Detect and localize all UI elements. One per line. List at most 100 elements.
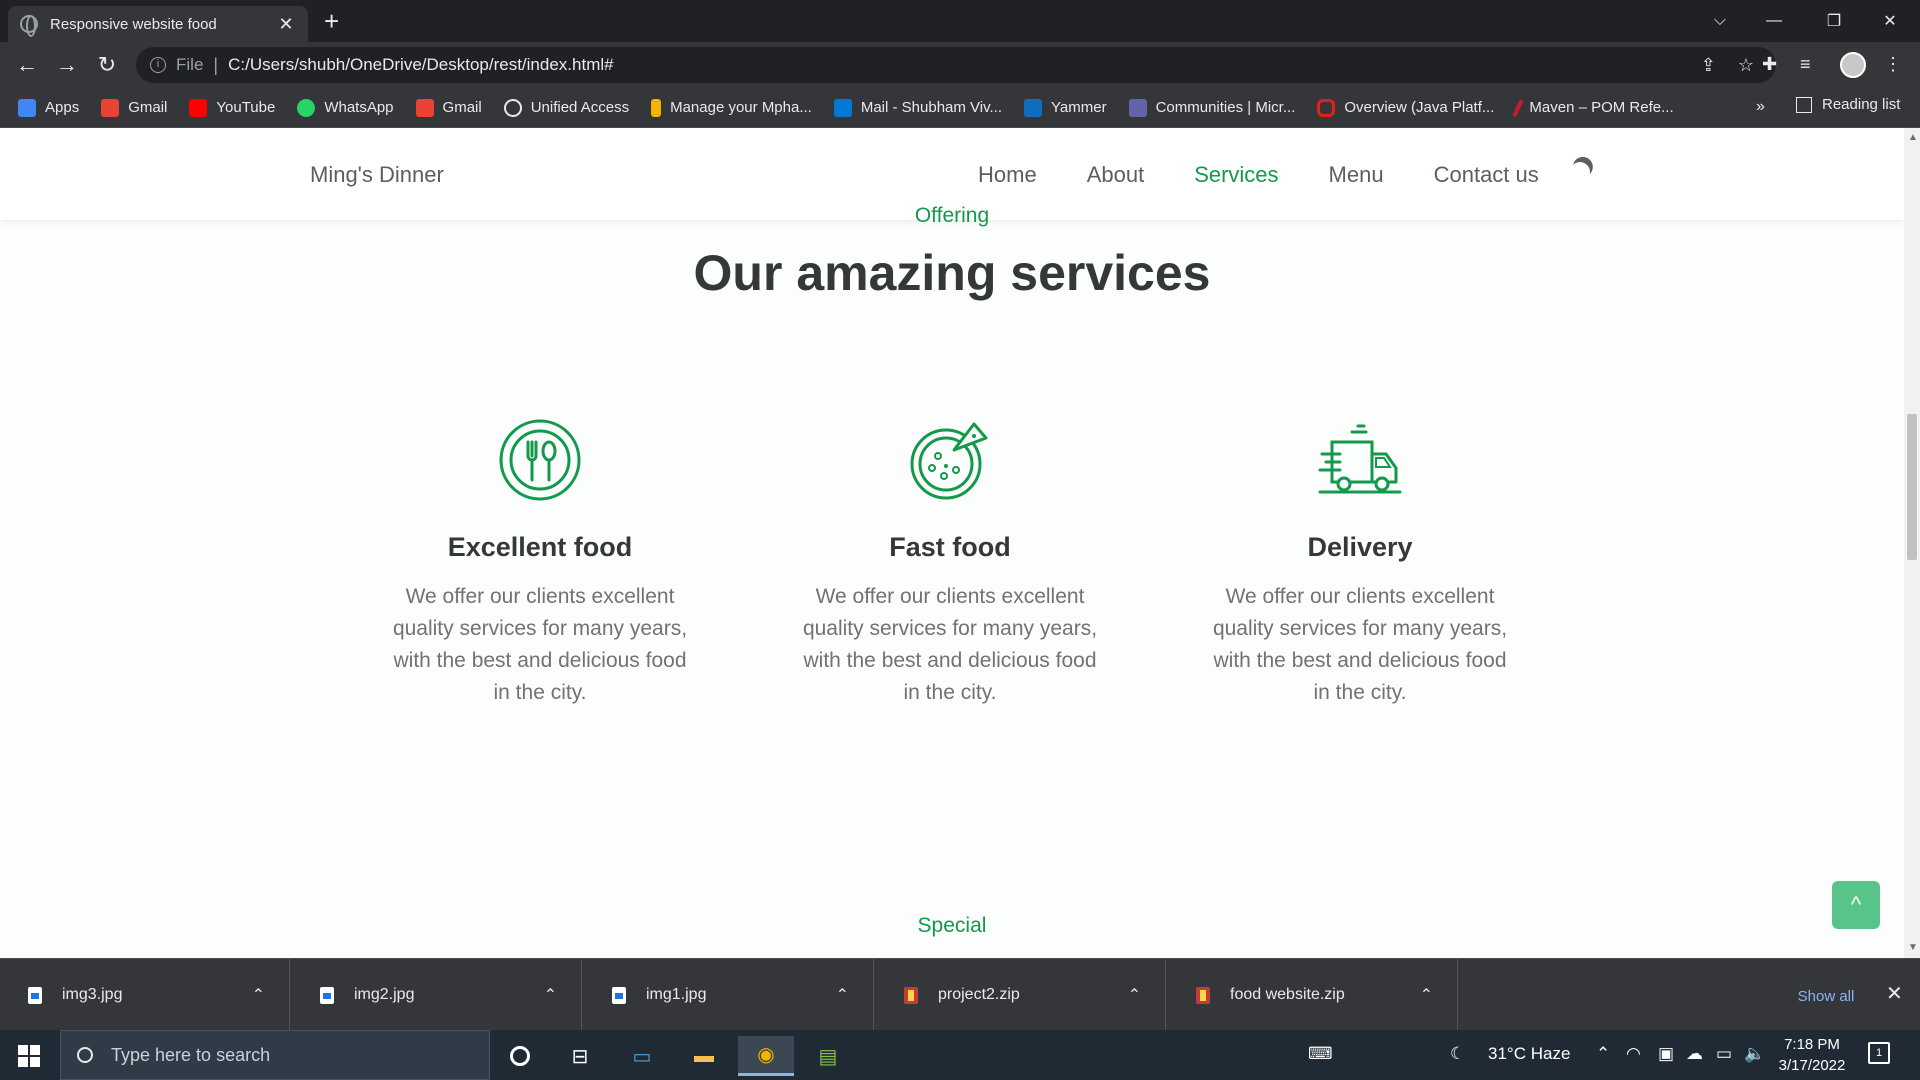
restore-button[interactable]: ❐ [1806,0,1862,42]
weather-moon-icon[interactable]: ☾ [1450,1044,1465,1064]
bookmark-java-overview[interactable]: Overview (Java Platf... [1317,98,1494,117]
teams-icon [1128,98,1147,117]
site-logo[interactable]: Ming's Dinner [310,162,444,188]
reading-list-button[interactable]: Reading list [1796,96,1900,113]
scroll-down-arrow-icon[interactable]: ▼ [1908,942,1918,953]
weather-text[interactable]: 31°C Haze [1488,1044,1570,1064]
cortana-icon [510,1046,530,1066]
volume-icon[interactable]: 🔈 [1744,1044,1765,1064]
nav-menu[interactable]: Menu [1329,162,1384,188]
chevron-up-icon[interactable]: ⌃ [836,985,849,1005]
chevron-up-icon[interactable]: ⌃ [252,985,265,1005]
bookmark-yammer[interactable]: Yammer [1024,98,1107,117]
info-icon[interactable]: i [150,57,166,73]
new-tab-button[interactable]: + [324,6,339,36]
windows-start-icon[interactable] [18,1045,40,1067]
minimize-button[interactable]: — [1746,0,1802,42]
chevron-up-icon[interactable]: ⌃ [544,985,557,1005]
download-item[interactable]: project2.zip ⌃ [876,959,1166,1031]
bookmark-manage-mpha[interactable]: Manage your Mpha... [651,98,812,117]
download-item[interactable]: img3.jpg ⌃ [0,959,290,1031]
close-window-button[interactable]: ✕ [1862,0,1918,42]
section-title: Our amazing services [693,245,1211,301]
apps-grid-icon [18,98,36,117]
notifications-icon[interactable]: 1 [1868,1042,1890,1064]
download-name: img1.jpg [646,986,707,1003]
gmail-icon [101,98,120,117]
reload-button[interactable]: ↻ [94,52,120,78]
clock-time: 7:18 PM [1784,1036,1840,1053]
bookmark-communities[interactable]: Communities | Micr... [1128,98,1295,117]
taskbar-search[interactable]: Type here to search [60,1030,490,1080]
folder-icon: ▬ [694,1044,714,1067]
bookmark-youtube[interactable]: YouTube [189,98,275,117]
bookmark-gmail[interactable]: Gmail [101,98,167,117]
extensions-icon[interactable]: ✚ [1762,54,1777,75]
service-card-fast-food: Fast food We offer our clients excellent… [780,418,1120,709]
download-item[interactable]: img1.jpg ⌃ [584,959,874,1031]
profile-avatar[interactable] [1840,52,1866,78]
close-tab-button[interactable]: ✕ [276,14,296,35]
task-view-button[interactable]: ⊟ [552,1036,608,1076]
share-icon[interactable]: ⇪ [1701,55,1716,76]
forward-button[interactable]: → [54,52,80,78]
clock-date: 3/17/2022 [1778,1057,1846,1074]
scroll-thumb[interactable] [1907,414,1917,560]
next-section-subtitle: Special [917,914,987,937]
download-item[interactable]: img2.jpg ⌃ [292,959,582,1031]
nav-about[interactable]: About [1087,162,1145,188]
scroll-to-top-button[interactable]: ^ [1832,881,1880,929]
show-all-button[interactable]: Show all [1778,983,1874,1009]
wifi-icon[interactable]: ◠ [1626,1044,1641,1064]
browser-titlebar: Responsive website food ✕ + ⌵ — ❐ ✕ [0,0,1920,42]
tab-search-button[interactable]: ⌵ [1692,0,1748,42]
chrome-icon: ◉ [757,1044,775,1066]
browser-tab[interactable]: Responsive website food ✕ [8,6,308,42]
download-name: project2.zip [938,986,1020,1003]
address-bar[interactable]: i File | C:/Users/shubh/OneDrive/Desktop… [136,47,1776,83]
chevron-up-icon[interactable]: ⌃ [1596,1044,1610,1064]
cortana-button[interactable] [492,1036,548,1076]
menu-kebab-icon[interactable]: ⋮ [1884,54,1902,75]
browser-toolbar: ← → ↻ i File | C:/Users/shubh/OneDrive/D… [0,42,1920,88]
taskbar-app-desktop[interactable]: ▭ [614,1036,670,1076]
bookmark-whatsapp[interactable]: WhatsApp [297,98,394,117]
outlook-icon [833,98,852,117]
chevron-up-icon[interactable]: ⌃ [1128,985,1141,1005]
back-button[interactable]: ← [14,52,40,78]
monitor-icon: ▭ [632,1045,652,1068]
battery-icon[interactable]: ▭ [1716,1044,1732,1064]
chevron-up-icon[interactable]: ⌃ [1420,985,1433,1005]
taskbar-app-file-explorer[interactable]: ▬ [676,1036,732,1076]
taskbar-clock[interactable]: 7:18 PM 3/17/2022 [1776,1034,1848,1076]
pizza-icon [910,422,988,500]
scroll-up-arrow-icon[interactable]: ▲ [1908,132,1918,143]
bookmarks-overflow-button[interactable]: » [1756,98,1765,116]
taskbar-app-chrome[interactable]: ◉ [738,1036,794,1076]
keyboard-icon[interactable]: ⌨ [1308,1044,1333,1064]
card-title: Delivery [1307,532,1413,562]
zip-file-icon [904,986,918,1004]
yammer-icon [1024,98,1043,117]
gmail-icon [415,98,434,117]
bookmark-maven[interactable]: Maven – POM Refe... [1512,98,1674,117]
nav-contact[interactable]: Contact us [1434,162,1539,188]
bookmark-unified-access[interactable]: Unified Access [503,98,629,117]
taskbar-app-editor[interactable]: ▤ [800,1036,856,1076]
url-text[interactable]: C:/Users/shubh/OneDrive/Desktop/rest/ind… [228,55,1701,75]
onedrive-icon[interactable]: ☁ [1686,1044,1703,1064]
maven-icon [1512,98,1525,117]
bookmark-apps[interactable]: Apps [18,98,79,117]
close-download-bar-button[interactable]: ✕ [1886,981,1903,1006]
download-item[interactable]: food website.zip ⌃ [1168,959,1458,1031]
bookmark-star-icon[interactable]: ☆ [1738,55,1754,76]
meet-now-icon[interactable]: ▣ [1658,1044,1674,1064]
bookmark-gmail-2[interactable]: Gmail [415,98,482,117]
page-scrollbar[interactable]: ▲ ▼ [1904,128,1920,958]
nav-home[interactable]: Home [978,162,1037,188]
chart-icon [651,98,662,117]
oracle-icon [1317,98,1336,117]
nav-services[interactable]: Services [1194,162,1278,188]
bookmark-mail[interactable]: Mail - Shubham Viv... [833,98,1002,117]
media-control-icon[interactable]: ≡ [1800,54,1811,75]
